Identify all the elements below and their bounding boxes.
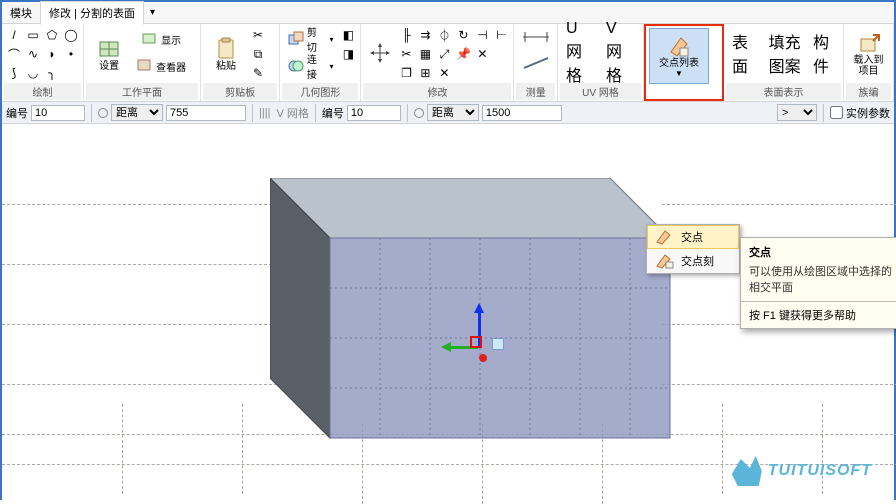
rotate-icon[interactable]: ↻ [454, 26, 472, 44]
cut-icon[interactable]: ✂ [249, 26, 267, 44]
group-label-uvgrid: UV 网格 [560, 83, 641, 100]
trim-icon[interactable]: ⊣ [473, 26, 491, 44]
offset-icon[interactable]: ⇉ [416, 26, 434, 44]
tooltip: 交点 可以使用从绘图区域中选择的相交平面 按 F1 键获得更多帮助 [740, 237, 896, 329]
drawing-canvas[interactable]: 交点 交点刻 交点 可以使用从绘图区域中选择的相交平面 按 F1 键获得更多帮助… [2, 124, 894, 500]
geom-cut-icon [288, 31, 304, 47]
tooltip-body: 可以使用从绘图区域中选择的相交平面 [741, 263, 896, 301]
rect-icon[interactable]: ▭ [24, 26, 42, 44]
distance1-radio[interactable] [98, 108, 108, 118]
scale-icon[interactable]: ⤢ [435, 45, 453, 63]
viewer-button[interactable]: 查看器 [132, 53, 191, 79]
ugrid-button[interactable]: U 网格 [561, 26, 600, 80]
tooltip-help: 按 F1 键获得更多帮助 [741, 301, 896, 328]
fillet-icon[interactable]: ◡ [24, 64, 42, 82]
intersect-icon [655, 229, 675, 245]
val1-input[interactable] [166, 105, 246, 121]
circle-icon[interactable]: ◯ [62, 26, 80, 44]
component-button[interactable]: 构件 [808, 26, 840, 80]
vgrid-button[interactable]: V 网格 [601, 26, 640, 80]
distance1-select[interactable]: 距离 [111, 104, 163, 121]
aligned-dim-icon[interactable] [519, 26, 553, 48]
move-cross-icon [368, 41, 392, 65]
pin-icon[interactable]: 📌 [454, 45, 472, 63]
tab-context[interactable]: 模块 [2, 2, 40, 24]
set-plane-button[interactable]: 设置 [87, 26, 131, 82]
vgrid-toggle-label[interactable]: V 网格 [277, 105, 309, 121]
watermark: TUITUISOFT [732, 456, 872, 486]
arc3-icon[interactable]: ⟆ [5, 64, 23, 82]
ellipse-icon[interactable]: ◗ [43, 45, 61, 63]
geom-join-icon [288, 58, 304, 74]
measure-icon[interactable] [519, 52, 553, 74]
num2-input[interactable] [347, 105, 401, 121]
group-label-measure: 测量 [516, 83, 555, 100]
paste-button[interactable]: 粘贴 [204, 26, 248, 82]
load-into-button[interactable]: 载入到 项目 [847, 26, 890, 82]
dropdown-item-1[interactable]: 交点刻 [647, 249, 739, 273]
intersect-ref-icon [655, 253, 675, 269]
dropdown-item-0[interactable]: 交点 [647, 225, 739, 249]
tooltip-title: 交点 [741, 238, 896, 263]
val2-input[interactable] [482, 105, 562, 121]
num1-label: 编号 [6, 105, 28, 121]
viewer-icon [137, 58, 153, 74]
clipboard-icon [214, 37, 238, 61]
tab-overflow-icon[interactable]: ▾ [144, 5, 161, 20]
point-icon[interactable]: • [62, 45, 80, 63]
instance-param-label: 实例参数 [846, 105, 890, 121]
num1-input[interactable] [31, 105, 85, 121]
grid-icon [97, 37, 121, 61]
split-icon[interactable]: ◨ [339, 45, 357, 63]
delete-icon[interactable]: ✕ [435, 64, 453, 82]
show-plane-button[interactable]: 显示 [132, 26, 191, 52]
extend-icon[interactable]: ⊢ [492, 26, 510, 44]
tab-active[interactable]: 修改 | 分割的表面 [40, 1, 144, 25]
load-into-icon [857, 31, 881, 55]
copy-mod-icon[interactable]: ❐ [397, 64, 415, 82]
num2-label: 编号 [322, 105, 344, 121]
group-label-geometry: 几何图形 [282, 83, 358, 100]
distance2-select[interactable]: 距离 [427, 104, 479, 121]
tab-bar: 模块 修改 | 分割的表面 ▾ [2, 2, 894, 24]
distance2-radio[interactable] [414, 108, 424, 118]
split-el-icon[interactable]: ✂ [397, 45, 415, 63]
group-label-clipboard: 剪贴板 [203, 83, 277, 100]
cope-icon[interactable]: ◧ [339, 26, 357, 44]
arc-icon[interactable]: ⌒ [5, 45, 23, 63]
line-icon[interactable]: / [5, 26, 23, 44]
align-icon[interactable]: ╟ [397, 26, 415, 44]
gizmo-origin-icon [479, 354, 487, 362]
group-label-draw: 绘制 [4, 83, 81, 100]
group-label-workplane: 工作平面 [86, 83, 198, 100]
intersect-dropdown: 交点 交点刻 [646, 224, 740, 274]
surface-button[interactable]: 表面 [727, 26, 763, 80]
instance-param-checkbox[interactable] [830, 106, 843, 119]
intersect-list-button[interactable]: 交点列表 ▼ [649, 28, 709, 84]
options-bar: 编号 距离 |||| V 网格 编号 距离 > 实例参数 [2, 102, 894, 124]
axis-x-icon [470, 336, 482, 348]
intersect-list-icon [667, 34, 691, 58]
polygon-icon[interactable]: ⬠ [43, 26, 61, 44]
unpin-icon[interactable]: ✕ [473, 45, 491, 63]
group-label-family: 族编 [846, 83, 891, 100]
tangent-icon[interactable]: ╮ [43, 64, 61, 82]
match-icon[interactable]: ✎ [249, 64, 267, 82]
copy-icon[interactable]: ⧉ [249, 45, 267, 63]
fill-pattern-button[interactable]: 填充图案 [764, 26, 807, 80]
ribbon: / ▭ ⬠ ◯ ⌒ ∿ ◗ • ⟆ ◡ ╮ 绘制 [2, 24, 894, 102]
geom-join-button[interactable]: 连接▾ [283, 53, 338, 79]
suffix-select[interactable]: > [777, 104, 817, 121]
plane-small-icon [142, 31, 158, 47]
mirror-icon[interactable]: ⏀ [435, 26, 453, 44]
geom-cut-button[interactable]: 剪切▾ [283, 26, 338, 52]
modify-tool-button[interactable] [364, 26, 396, 80]
watermark-icon [732, 456, 762, 486]
spline-icon[interactable]: ∿ [24, 45, 42, 63]
gizmo-free-icon [492, 338, 504, 350]
group-label-modify: 修改 [363, 83, 511, 100]
group-label-surface: 表面表示 [726, 83, 841, 100]
array-icon[interactable]: ▦ [416, 45, 434, 63]
group-icon[interactable]: ⊞ [416, 64, 434, 82]
